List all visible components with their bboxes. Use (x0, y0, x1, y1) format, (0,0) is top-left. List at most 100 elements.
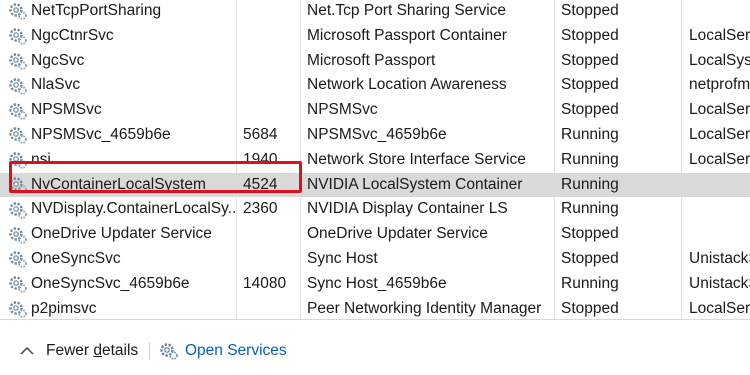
service-name: OneSyncSvc (31, 250, 121, 267)
service-status: Running (561, 150, 619, 168)
service-name: NPSMSvc_4659b6e (31, 126, 171, 143)
open-services-link[interactable]: Open Services (159, 338, 287, 364)
service-pid: 14080 (243, 274, 287, 292)
service-status: Stopped (561, 299, 619, 317)
service-status: Running (561, 126, 619, 143)
fewer-details-button[interactable]: Fewer details (20, 338, 138, 364)
service-name: OneSyncSvc_4659b6e (31, 274, 190, 292)
table-row[interactable]: NVDisplay.ContainerLocalSy... 2360 NVIDIA … (0, 197, 750, 222)
service-logon: UnistackS (689, 250, 750, 267)
gear-icon (9, 251, 27, 269)
gear-icon (9, 202, 27, 219)
service-name-cell: OneSyncSvc (8, 247, 236, 272)
footer-separator (149, 342, 150, 360)
service-description: Peer Networking Identity Manager (307, 299, 542, 317)
service-pid (243, 73, 298, 98)
service-logon (689, 173, 750, 198)
table-row[interactable]: OneSyncSvc Sync Host Stopped UnistackS (0, 247, 750, 272)
table-row[interactable]: OneSyncSvc_4659b6e 14080 Sync Host_4659b6e… (0, 272, 750, 297)
service-pid (243, 98, 298, 123)
table-row[interactable]: NPSMSvc_4659b6e 5684 NPSMSvc_4659b6e Runnin… (0, 123, 750, 148)
service-status: Stopped (561, 26, 619, 44)
service-name-cell: NPSMSvc (8, 98, 236, 123)
service-name-cell: NPSMSvc_4659b6e (8, 123, 236, 148)
service-logon: LocalSyst (689, 51, 750, 69)
highlight-annotation (9, 161, 302, 193)
service-logon: LocalServ (689, 101, 750, 119)
service-name-cell: OneSyncSvc_4659b6e (8, 272, 236, 297)
services-table: NetTcpPortSharing Net.Tcp Port Sharing Se… (0, 0, 750, 320)
service-pid (243, 49, 298, 74)
table-row[interactable]: NlaSvc Network Location Awareness Stopped n… (0, 73, 750, 98)
service-description: OneDrive Updater Service (307, 225, 488, 243)
table-row[interactable]: NgcSvc Microsoft Passport Stopped LocalSyst (0, 49, 750, 74)
service-logon (689, 197, 750, 222)
service-status: Stopped (561, 2, 619, 19)
service-logon: netprofm (689, 76, 750, 94)
fewer-details-label: Fewer details (46, 342, 139, 359)
service-description: NPSMSvc (307, 101, 378, 119)
service-status: Stopped (561, 101, 619, 119)
footer-bar: Fewer details Open Services (0, 338, 750, 364)
service-name-cell: OneDrive Updater Service (8, 222, 236, 247)
service-name-cell: NgcCtnrSvc (8, 24, 236, 49)
service-pid: 5684 (243, 126, 278, 143)
service-description: Network Store Interface Service (307, 150, 526, 168)
gear-icon (9, 226, 27, 244)
service-pid: 2360 (243, 200, 278, 218)
open-services-label: Open Services (185, 342, 287, 359)
service-status: Running (561, 200, 619, 218)
service-description: Microsoft Passport (307, 51, 436, 69)
service-name: NgcCtnrSvc (31, 26, 114, 44)
service-name: p2pimsvc (31, 299, 97, 317)
service-description: Sync Host_4659b6e (307, 274, 447, 292)
service-logon: UnistackS (689, 274, 750, 292)
gear-icon (9, 276, 27, 293)
gear-icon (9, 53, 27, 70)
service-pid (243, 297, 298, 320)
service-status: Stopped (561, 76, 619, 94)
service-pid (243, 247, 298, 272)
service-pid (243, 24, 298, 49)
service-pid (243, 0, 298, 24)
service-description: NPSMSvc_4659b6e (307, 126, 447, 143)
gear-icon (9, 127, 27, 145)
service-description: Net.Tcp Port Sharing Service (307, 2, 507, 19)
service-logon: LocalServ (689, 150, 750, 168)
services-gear-icon (160, 343, 178, 360)
gear-icon (9, 102, 27, 120)
service-name-cell: NVDisplay.ContainerLocalSy... (8, 197, 236, 222)
service-status: Running (561, 274, 619, 292)
service-description: Sync Host (307, 250, 378, 267)
service-name: NlaSvc (31, 76, 81, 94)
service-name: NVDisplay.ContainerLocalSy... (31, 200, 236, 218)
service-logon: LocalServ (689, 299, 750, 317)
service-logon (689, 222, 750, 247)
table-row[interactable]: NetTcpPortSharing Net.Tcp Port Sharing Se… (0, 0, 750, 24)
chevron-up-icon (20, 346, 34, 355)
service-status: Stopped (561, 225, 619, 243)
table-row[interactable]: OneDrive Updater Service OneDrive Updater… (0, 222, 750, 247)
service-description: Microsoft Passport Container (307, 26, 507, 44)
service-name-cell: NetTcpPortSharing (8, 0, 236, 24)
table-row[interactable]: NPSMSvc NPSMSvc Stopped LocalServ (0, 98, 750, 123)
service-name: NPSMSvc (31, 101, 102, 119)
service-name: OneDrive Updater Service (31, 225, 212, 243)
service-name-cell: p2pimsvc (8, 297, 236, 320)
service-status: Stopped (561, 51, 619, 69)
service-description: NVIDIA LocalSystem Container (307, 175, 523, 193)
gear-icon (9, 78, 27, 95)
gear-icon (9, 3, 27, 21)
gear-icon (9, 301, 27, 318)
service-description: Network Location Awareness (307, 76, 507, 94)
service-status: Running (561, 175, 619, 193)
service-description: NVIDIA Display Container LS (307, 200, 508, 218)
table-row[interactable]: NgcCtnrSvc Microsoft Passport Container St… (0, 24, 750, 49)
service-name: NetTcpPortSharing (31, 2, 162, 19)
service-name-cell: NlaSvc (8, 73, 236, 98)
table-row[interactable]: p2pimsvc Peer Networking Identity Manager… (0, 297, 750, 320)
service-status: Stopped (561, 250, 619, 267)
service-logon: LocalServ (689, 26, 750, 44)
service-name-cell: NgcSvc (8, 49, 236, 74)
service-pid (243, 222, 298, 247)
